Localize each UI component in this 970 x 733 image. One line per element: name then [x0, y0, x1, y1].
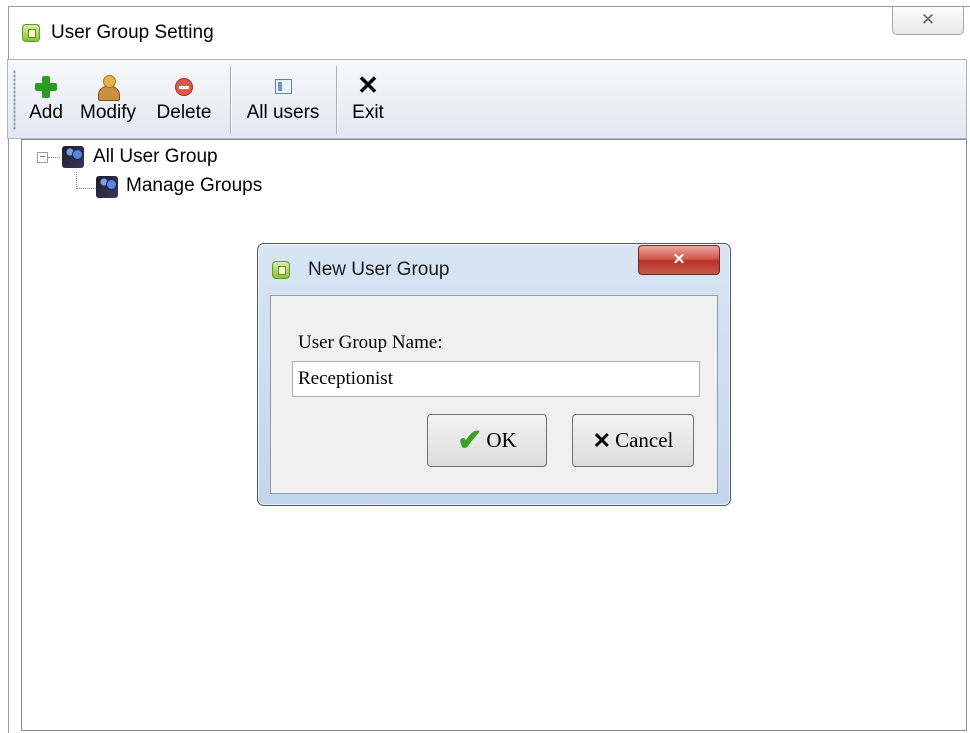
ok-button[interactable]: ✔ OK: [427, 414, 547, 467]
delete-label: Delete: [156, 102, 212, 123]
close-icon: ✕: [592, 427, 612, 453]
toolbar: Add Modify Delete All users ✕ Exit: [7, 59, 967, 139]
window-titlebar: User Group Setting ✕: [9, 7, 970, 57]
users-icon: [95, 74, 121, 101]
user-group-icon: [96, 176, 118, 198]
add-button[interactable]: Add: [24, 68, 68, 132]
delete-button[interactable]: Delete: [148, 68, 220, 132]
user-group-name-label: User Group Name:: [298, 332, 443, 353]
minus-circle-icon: [171, 74, 197, 100]
dialog-title: New User Group: [308, 259, 450, 280]
app-icon: [22, 24, 40, 42]
all-users-label: All users: [246, 102, 320, 123]
close-icon: ✕: [357, 70, 379, 100]
window-title: User Group Setting: [51, 22, 214, 43]
cancel-label: Cancel: [615, 428, 674, 452]
exit-label: Exit: [352, 102, 384, 123]
tree-node-all-user-group[interactable]: All User Group: [93, 146, 218, 168]
collapse-toggle[interactable]: −: [37, 152, 48, 163]
ok-label: OK: [486, 428, 517, 452]
exit-button[interactable]: ✕ Exit: [346, 68, 390, 132]
check-icon: ✔: [457, 423, 483, 457]
tree-connector: [76, 188, 98, 190]
toolbar-grip[interactable]: [13, 70, 16, 130]
new-user-group-dialog: New User Group ✕ User Group Name: ✔ OK ✕…: [257, 243, 731, 506]
user-group-icon: [62, 146, 84, 168]
plus-icon: [33, 74, 59, 100]
list-icon: [270, 74, 296, 100]
modify-label: Modify: [80, 102, 136, 123]
tree-node-manage-groups[interactable]: Manage Groups: [126, 175, 262, 197]
app-icon: [272, 261, 290, 279]
tree-connector: [48, 157, 60, 159]
user-group-name-input[interactable]: [292, 361, 700, 397]
all-users-button[interactable]: All users: [240, 68, 326, 132]
tree-connector: [76, 172, 78, 189]
dialog-close-button[interactable]: ✕: [638, 245, 720, 275]
dialog-body: User Group Name: ✔ OK ✕ Cancel: [270, 295, 718, 494]
modify-button[interactable]: Modify: [72, 68, 144, 132]
window-close-button[interactable]: ✕: [892, 7, 964, 35]
toolbar-separator: [230, 66, 232, 134]
add-label: Add: [29, 102, 63, 123]
cancel-button[interactable]: ✕ Cancel: [572, 414, 694, 467]
toolbar-separator: [336, 66, 338, 134]
